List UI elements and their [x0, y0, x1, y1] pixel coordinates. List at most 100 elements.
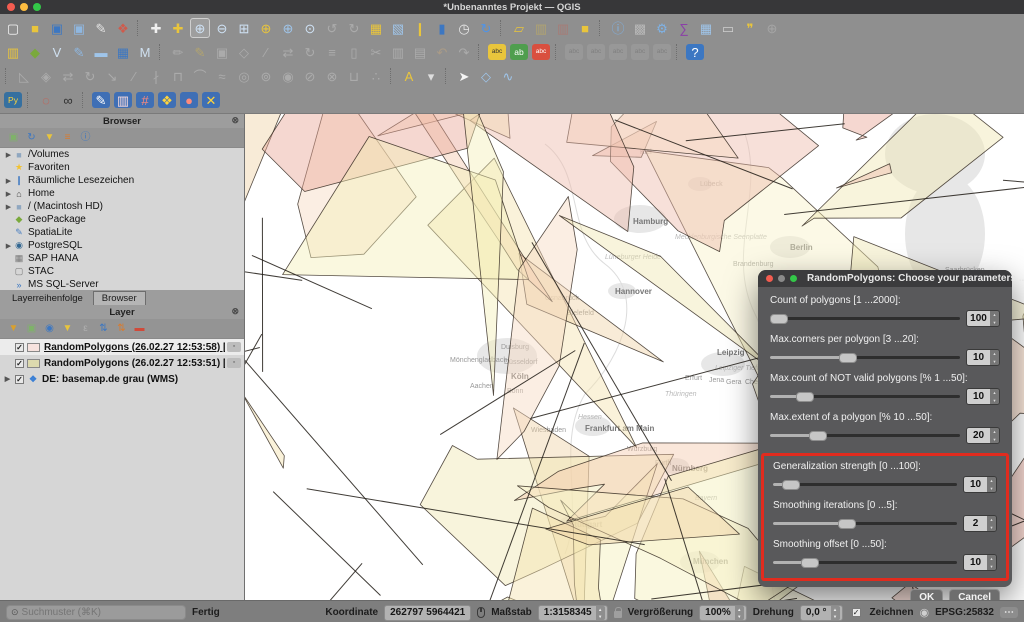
add-vector-layer-icon[interactable]: V [47, 42, 67, 62]
zoom-last-icon[interactable]: ↺ [322, 18, 342, 38]
style-manager-icon[interactable]: ▼ [6, 321, 21, 336]
show-hidden-labels-icon[interactable]: abc [587, 44, 605, 60]
annotation-dropdown-icon[interactable]: ▾ [421, 66, 441, 86]
browser-item-sap-hana[interactable]: ▦SAP HANA [0, 252, 244, 265]
reshape-features-icon[interactable]: ⊓ [168, 66, 188, 86]
layer-row[interactable]: ✓RandomPolygons (26.02.27 12:53:51) [200… [0, 355, 244, 371]
close-window-button[interactable] [7, 3, 15, 11]
dialog-zoom-button[interactable] [790, 275, 797, 282]
pin-labels-icon[interactable]: abc [565, 44, 583, 60]
param-slider[interactable] [770, 353, 960, 363]
save-project-icon[interactable]: ▣ [47, 18, 67, 38]
map-tips-icon[interactable]: ❞ [740, 18, 760, 38]
spin-up-icon[interactable]: ▴ [987, 516, 996, 524]
digitize-feature-icon[interactable]: ◇ [234, 42, 254, 62]
browser-item--volumes[interactable]: ▶■/Volumes [0, 148, 244, 161]
duplicate-layer-icon[interactable]: ▥ [531, 18, 551, 38]
spin-up-icon[interactable]: ▴ [990, 428, 999, 436]
param-spinbox[interactable]: 2▴▾ [963, 515, 997, 532]
redo-icon[interactable]: ↷ [454, 42, 474, 62]
browser-item-spatialite[interactable]: ✎SpatiaLite [0, 226, 244, 239]
rotate-feature-tool-icon[interactable]: ↻ [80, 66, 100, 86]
new-map-view-icon[interactable]: ▦ [366, 18, 386, 38]
zoom-native-icon[interactable]: ⊙ [300, 18, 320, 38]
spinbox-steppers[interactable]: ▴▾ [987, 555, 996, 570]
param-spinbox[interactable]: 10▴▾ [966, 388, 1000, 405]
slider-handle[interactable] [838, 519, 856, 529]
spin-down-icon[interactable]: ▾ [990, 358, 999, 366]
browser-item-postgresql[interactable]: ▶◉PostgreSQL [0, 239, 244, 252]
browser-item-geopackage[interactable]: ◆GeoPackage [0, 213, 244, 226]
param-slider[interactable] [773, 480, 957, 490]
add-group-icon[interactable]: ▣ [24, 321, 39, 336]
browser-item-stac[interactable]: ▢STAC [0, 265, 244, 278]
spin-down-icon[interactable]: ▾ [987, 563, 996, 571]
layer-row[interactable]: ✓RandomPolygons (26.02.27 12:53:58) [100… [0, 339, 244, 355]
layer-edit-badge[interactable]: ▫ [227, 358, 241, 368]
zoom-to-selection-icon[interactable]: ⊕ [256, 18, 276, 38]
param-spinbox[interactable]: 10▴▾ [963, 554, 997, 571]
dialog-close-button[interactable] [766, 275, 773, 282]
measure-angle-icon[interactable]: ◺ [14, 66, 34, 86]
scale-combobox[interactable]: 1:3158345▴▾ [538, 605, 608, 621]
spin-up-icon[interactable]: ▴ [990, 389, 999, 397]
offset-curve-icon[interactable]: ⌒ [190, 66, 210, 86]
statistics-sum-icon[interactable]: ∑ [674, 18, 694, 38]
help-icon[interactable]: ? [686, 44, 704, 60]
layer-close-icon[interactable]: ⊗ [231, 306, 239, 317]
expand-arrow-icon[interactable]: ▶ [4, 151, 13, 159]
label-highlight-icon[interactable]: abc [532, 44, 550, 60]
cut-features-icon[interactable]: ✂ [366, 42, 386, 62]
param-slider[interactable] [770, 392, 960, 402]
move-feature-icon[interactable]: ⇄ [278, 42, 298, 62]
param-spinbox[interactable]: 100▴▾ [966, 310, 1000, 327]
expand-all-icon[interactable]: ⇅ [96, 321, 111, 336]
spinbox-steppers[interactable]: ▴▾ [990, 428, 999, 443]
param-spinbox[interactable]: 10▴▾ [966, 349, 1000, 366]
statusbar-overflow-button[interactable]: ⋯ [1000, 607, 1018, 618]
add-part-icon[interactable]: ⊚ [256, 66, 276, 86]
dock-tab-layerreihenfolge[interactable]: Layerreihenfolge [4, 292, 91, 305]
simplify-feature-icon[interactable]: ≈ [212, 66, 232, 86]
modify-attributes-icon[interactable]: ≡ [322, 42, 342, 62]
options-gear-icon[interactable]: ⚙ [652, 18, 672, 38]
delete-part-icon[interactable]: ⊗ [322, 66, 342, 86]
project-properties-icon[interactable]: ✎ [91, 18, 111, 38]
vertex-tool-all-icon[interactable]: ∴ [366, 66, 386, 86]
osm-place-search-icon[interactable]: ∞ [58, 90, 78, 110]
raster-calculator-icon[interactable]: ▩ [630, 18, 650, 38]
spinbox-steppers[interactable]: ▴▾ [990, 350, 999, 365]
filter-browser-icon[interactable]: ▼ [42, 130, 57, 145]
scale-lock-icon[interactable] [614, 611, 622, 618]
split-parts-icon[interactable]: ∤ [146, 66, 166, 86]
delete-ring-icon[interactable]: ⊘ [300, 66, 320, 86]
rotate-feature-icon[interactable]: ↻ [300, 42, 320, 62]
temporal-controller-icon[interactable]: ◷ [454, 18, 474, 38]
spin-down-icon[interactable]: ▾ [990, 319, 999, 327]
grid-plugin-icon[interactable]: # [136, 92, 154, 108]
crs-status[interactable]: EPSG:25832 [935, 607, 994, 618]
pan-to-selection-icon[interactable]: ✚ [168, 18, 188, 38]
bird-plugin-icon[interactable]: ❖ [158, 92, 176, 108]
toggle-editing-icon[interactable]: ✎ [190, 42, 210, 62]
search-input[interactable] [22, 607, 181, 618]
properties-info-icon[interactable]: ⓘ [78, 130, 93, 145]
render-checkbox[interactable]: ✓ [852, 608, 861, 617]
slider-handle[interactable] [770, 314, 788, 324]
layer-visibility-checkbox[interactable]: ✓ [15, 375, 24, 384]
ok-button[interactable]: OK [910, 589, 943, 600]
add-feature-tool-icon[interactable]: ◈ [36, 66, 56, 86]
coordinate-value[interactable]: 262797 5964421 [384, 605, 471, 621]
new-bookmark-icon[interactable]: ❙ [410, 18, 430, 38]
spin-down-icon[interactable]: ▾ [987, 485, 996, 493]
identify-features-icon[interactable]: ⓘ [608, 18, 628, 38]
zoom-out-icon[interactable]: ⊖ [212, 18, 232, 38]
change-label-icon[interactable]: abc [653, 44, 671, 60]
pan-map-icon[interactable]: ✚ [146, 18, 166, 38]
layer-expand-icon[interactable]: ▶ [3, 375, 12, 383]
style-manager-icon[interactable]: ❖ [113, 18, 133, 38]
save-project-as-icon[interactable]: ▣ [69, 18, 89, 38]
collapse-all-icon[interactable]: ⇅ [114, 321, 129, 336]
delete-selected-icon[interactable]: ▯ [344, 42, 364, 62]
browser-item-favoriten[interactable]: ★Favoriten [0, 161, 244, 174]
